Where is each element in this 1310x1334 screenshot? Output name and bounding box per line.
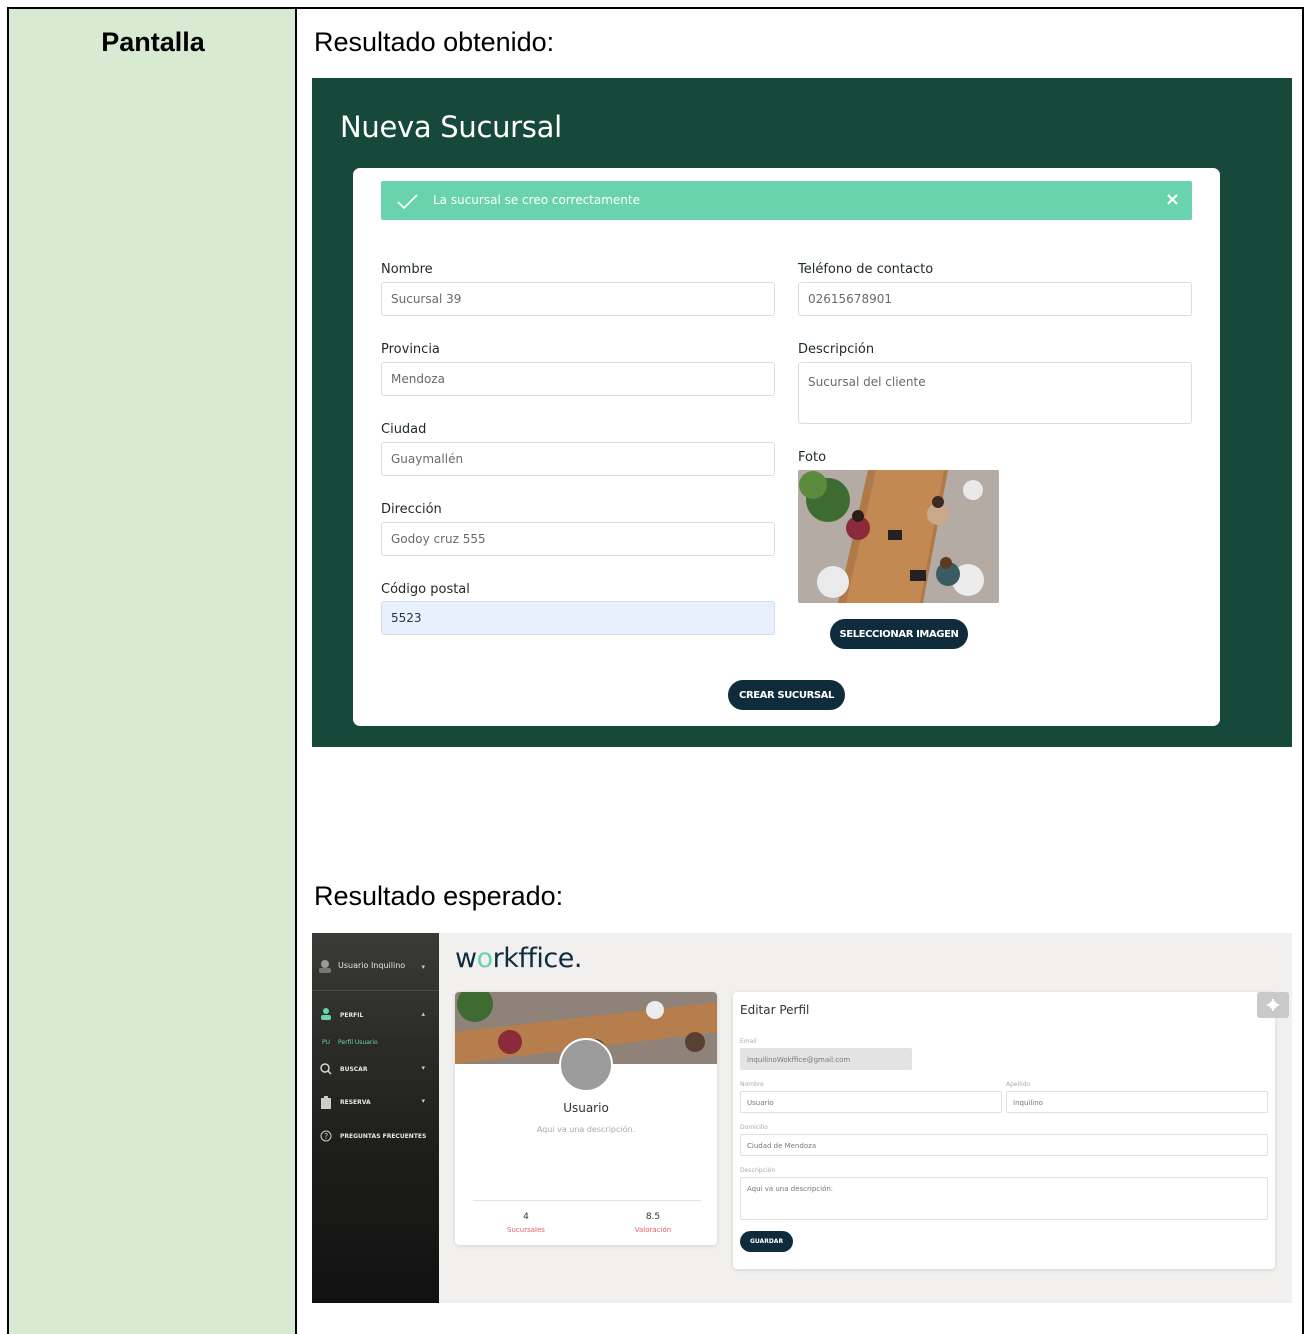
ciudad-label: Ciudad: [381, 422, 427, 437]
close-icon[interactable]: ×: [1165, 189, 1180, 210]
descripcion-textarea[interactable]: Sucursal del cliente: [798, 362, 1192, 424]
nombre-field[interactable]: Usuario: [740, 1091, 1002, 1113]
user-icon: [321, 1008, 331, 1020]
ciudad-input[interactable]: Guaymallén: [381, 442, 775, 476]
sidebar-user-name[interactable]: Usuario Inquilino: [338, 961, 405, 970]
sidebar-subitem-perfil-usuario[interactable]: PU Perfil Usuario: [312, 1034, 439, 1052]
branch-form-card: La sucursal se creo correctamente × Nomb…: [353, 168, 1220, 726]
edit-profile-card: Editar Perfil Email inquilinoWokffice@gm…: [733, 992, 1275, 1269]
divider: [312, 990, 439, 991]
gear-icon: [1267, 999, 1279, 1011]
profile-name: Usuario: [563, 1101, 609, 1115]
success-alert: La sucursal se creo correctamente ×: [381, 181, 1192, 220]
descripcion-label: Descripción: [740, 1167, 776, 1174]
descripcion-field[interactable]: Aqui va una descripción.: [740, 1177, 1268, 1220]
settings-button[interactable]: [1257, 992, 1289, 1018]
label-column: Pantalla: [9, 9, 297, 1334]
avatar: [319, 960, 331, 973]
alert-message: La sucursal se creo correctamente: [433, 193, 640, 207]
create-branch-button[interactable]: CREAR SUCURSAL: [728, 680, 845, 710]
stat-sucursales-label: Sucursales: [507, 1226, 545, 1234]
sidebar-item-perfil[interactable]: PERFIL: [340, 1012, 363, 1019]
domicilio-field[interactable]: Ciudad de Mendoza: [740, 1134, 1268, 1156]
descripcion-label: Descripción: [798, 342, 875, 357]
edit-profile-title: Editar Perfil: [740, 1003, 810, 1017]
provincia-input[interactable]: Mendoza: [381, 362, 775, 396]
sidebar: Usuario Inquilino ▾ PERFIL ▴ PU Perfil U…: [312, 933, 439, 1303]
sidebar-item-preguntas[interactable]: PREGUNTAS FRECUENTES: [340, 1133, 426, 1140]
content-column: Resultado obtenido: Nueva Sucursal La su…: [299, 9, 1302, 1334]
workffice-logo: workffice.: [455, 943, 582, 974]
document-table: Pantalla Resultado obtenido: Nueva Sucur…: [7, 7, 1304, 1334]
codigo-postal-input[interactable]: 5523: [381, 601, 775, 635]
profile-card: Usuario Aqui va una descripción. 4 Sucur…: [455, 992, 717, 1245]
chevron-up-icon: ▴: [421, 1011, 425, 1018]
column-header: Pantalla: [101, 27, 205, 57]
email-field[interactable]: inquilinoWokffice@gmail.com: [740, 1048, 912, 1070]
expected-screenshot: Usuario Inquilino ▾ PERFIL ▴ PU Perfil U…: [312, 933, 1292, 1303]
nombre-input[interactable]: Sucursal 39: [381, 282, 775, 316]
telefono-input[interactable]: 02615678901: [798, 282, 1192, 316]
avatar: [559, 1038, 613, 1092]
stat-valoracion-label: Valoración: [634, 1226, 672, 1234]
nombre-label: Nombre: [381, 262, 433, 277]
sidebar-item-buscar[interactable]: BUSCAR: [340, 1066, 367, 1073]
chevron-down-icon: ▾: [421, 1065, 425, 1072]
branch-photo: [798, 470, 999, 603]
stat-sucursales-value: 4: [523, 1212, 529, 1222]
provincia-label: Provincia: [381, 342, 440, 357]
expected-title: Resultado esperado:: [314, 881, 564, 911]
direccion-label: Dirección: [381, 502, 442, 517]
divider: [473, 1200, 701, 1201]
chevron-down-icon: ▾: [421, 1098, 425, 1105]
save-button[interactable]: GUARDAR: [740, 1231, 793, 1252]
obtained-screenshot: Nueva Sucursal La sucursal se creo corre…: [312, 78, 1292, 747]
clipboard-icon: [321, 1096, 331, 1109]
select-image-button[interactable]: SELECCIONAR IMAGEN: [830, 619, 968, 649]
apellido-field[interactable]: Inquilino: [1006, 1091, 1268, 1113]
stat-valoracion-value: 8.5: [645, 1212, 661, 1222]
search-icon: [320, 1063, 332, 1075]
profile-description: Aqui va una descripción.: [536, 1125, 636, 1134]
email-label: Email: [740, 1038, 757, 1045]
svg-text:?: ?: [324, 1132, 328, 1141]
chevron-down-icon: ▾: [421, 964, 425, 971]
telefono-label: Teléfono de contacto: [798, 262, 934, 277]
check-icon: [397, 194, 418, 210]
sidebar-item-reserva[interactable]: RESERVA: [340, 1099, 371, 1106]
obtained-title: Resultado obtenido:: [314, 27, 555, 57]
domicilio-label: Domicilio: [740, 1124, 768, 1131]
codigo-postal-label: Código postal: [381, 582, 470, 597]
apellido-label: Apellido: [1006, 1081, 1031, 1088]
foto-label: Foto: [798, 450, 827, 465]
page-title: Nueva Sucursal: [340, 110, 562, 144]
direccion-input[interactable]: Godoy cruz 555: [381, 522, 775, 556]
help-icon: ?: [320, 1130, 332, 1142]
nombre-label: Nombre: [740, 1081, 764, 1088]
